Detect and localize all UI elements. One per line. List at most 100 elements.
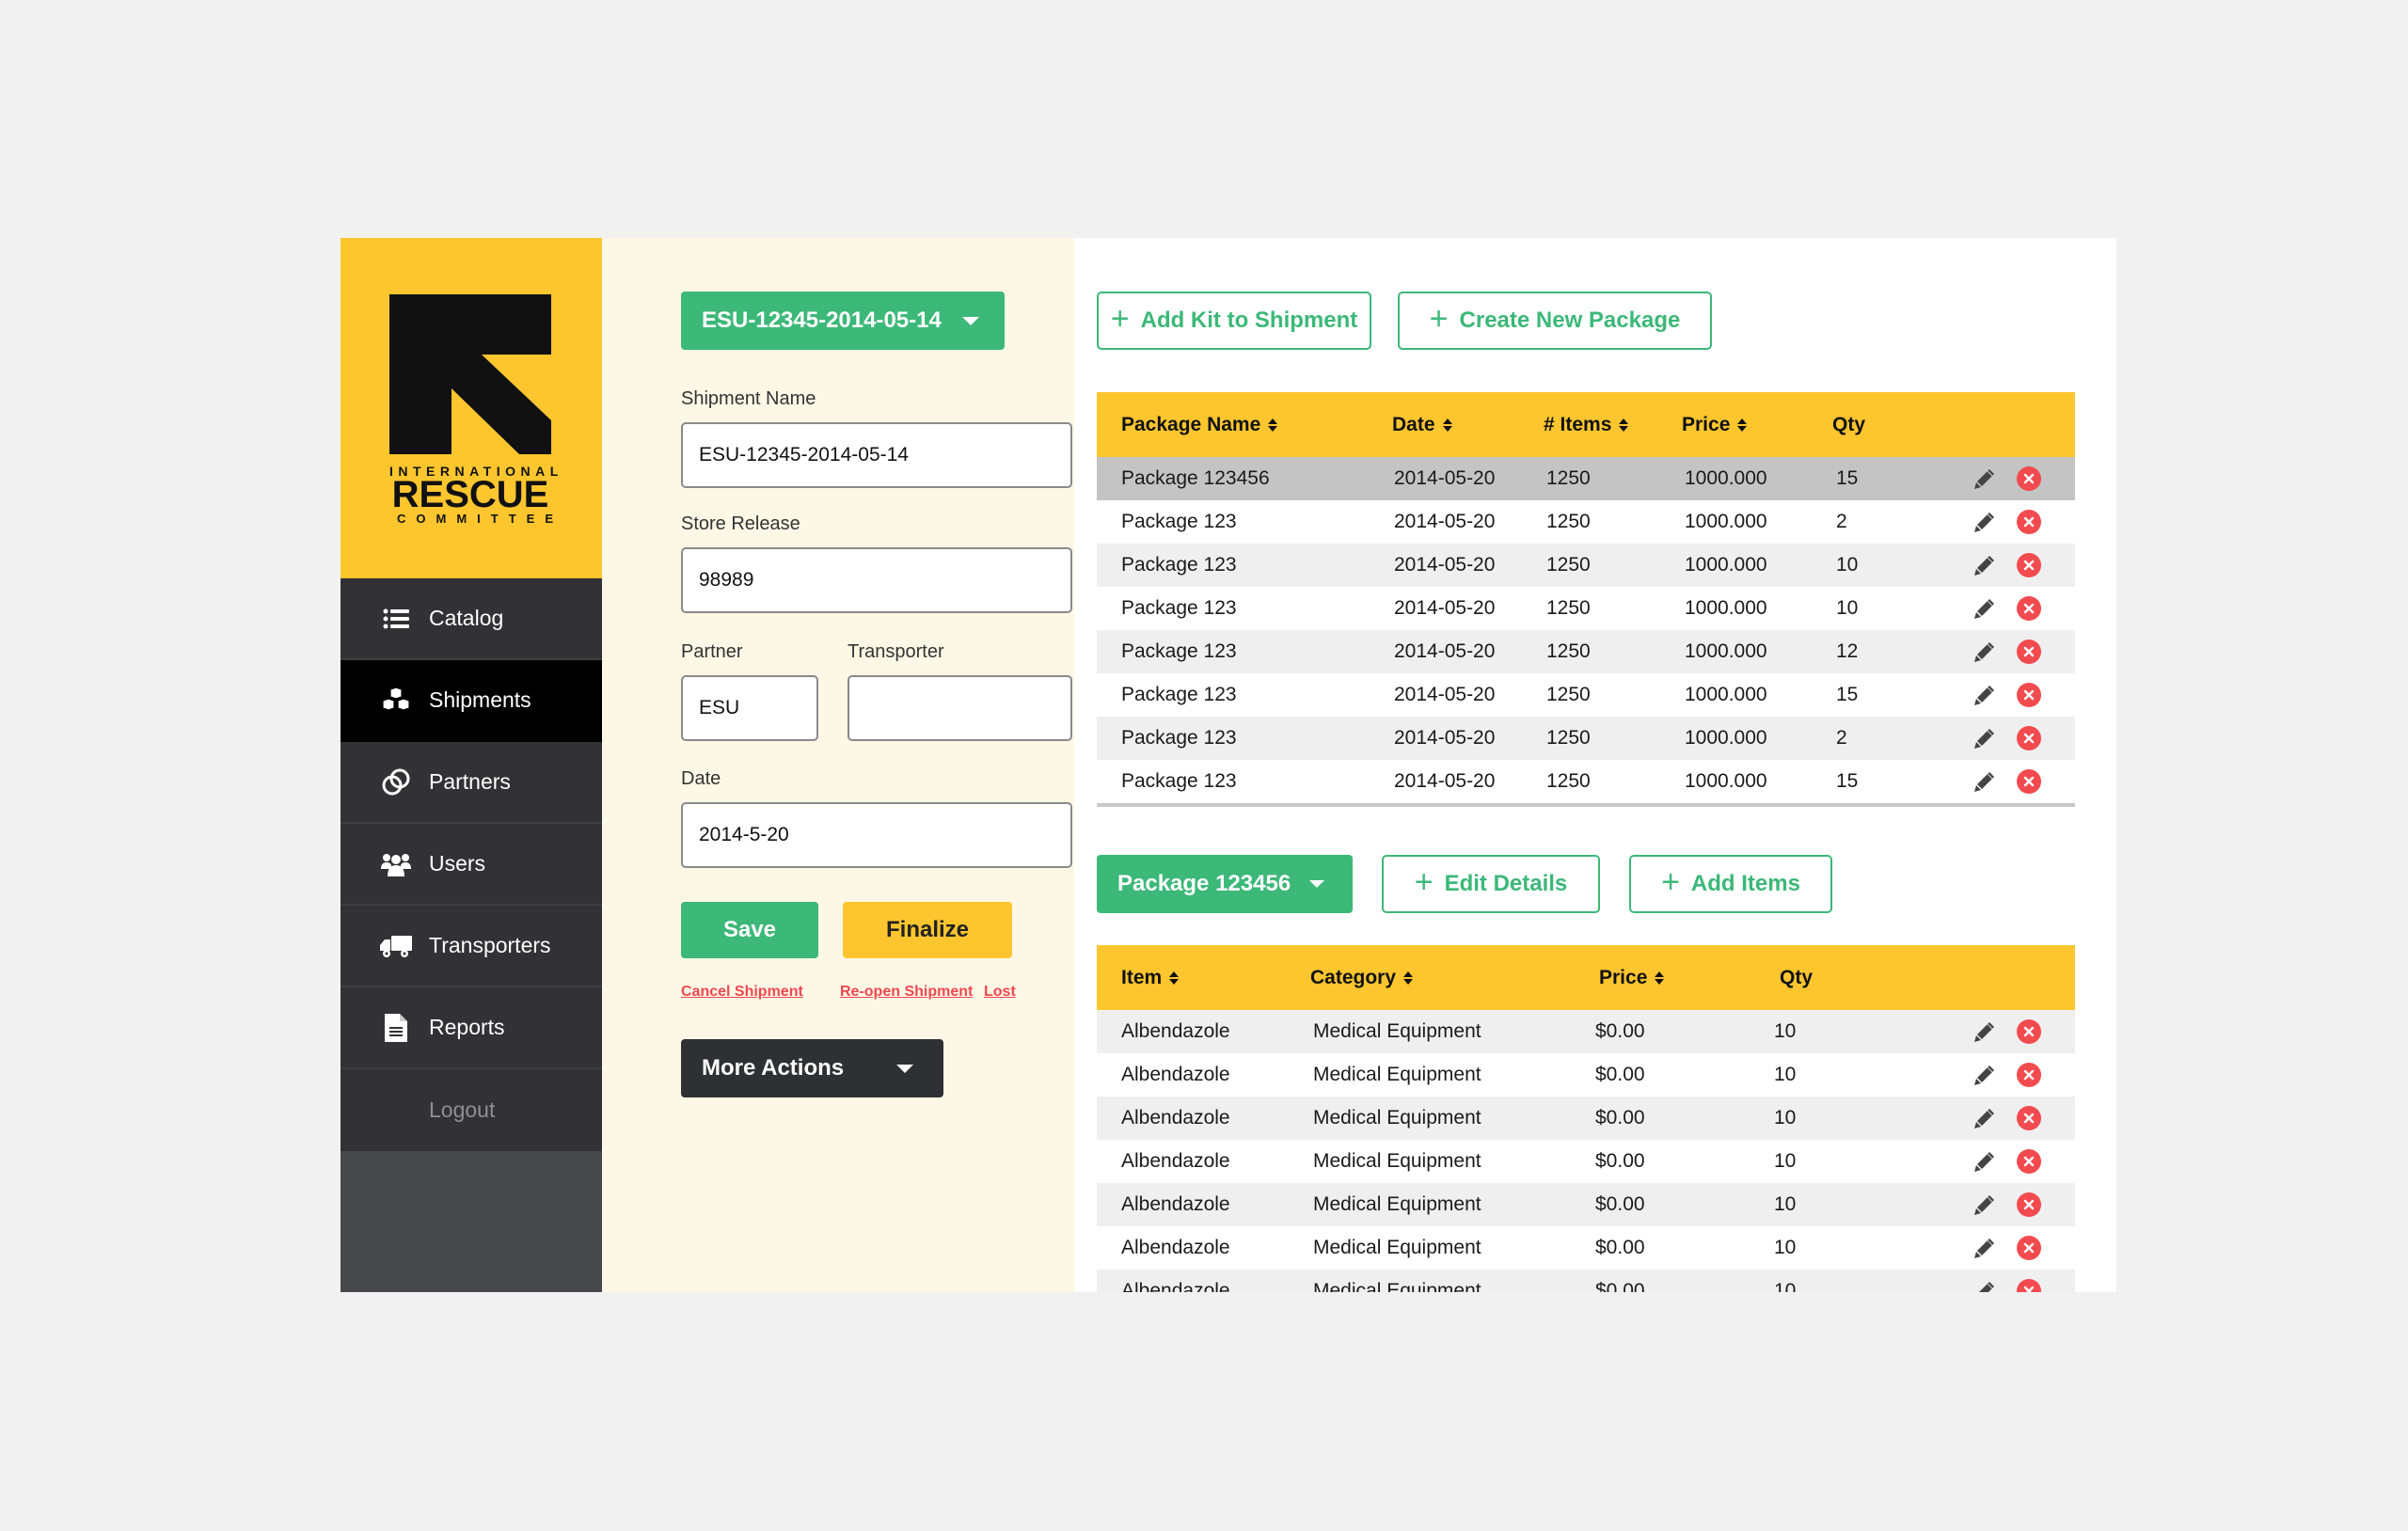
package-row[interactable]: Package 123 2014-05-20 1250 1000.000 15 (1097, 760, 2075, 803)
shipment-name-input[interactable] (681, 422, 1072, 488)
date-input[interactable] (681, 802, 1072, 868)
delete-icon[interactable] (2017, 639, 2041, 664)
pencil-icon[interactable] (1973, 1064, 1996, 1086)
cancel-shipment-link[interactable]: Cancel Shipment (681, 984, 803, 1001)
delete-icon[interactable] (2017, 1063, 2041, 1087)
item-row[interactable]: Albendazole Medical Equipment $0.00 10 (1097, 1226, 2075, 1270)
cell-category: Medical Equipment (1313, 1237, 1481, 1258)
cell-items: 1250 (1546, 770, 1591, 792)
package-row[interactable]: Package 123 2014-05-20 1250 1000.000 12 (1097, 630, 2075, 673)
pencil-icon[interactable] (1973, 770, 1996, 793)
package-row[interactable]: Package 123 2014-05-20 1250 1000.000 10 (1097, 544, 2075, 587)
sidebar-item-shipments[interactable]: Shipments (341, 660, 602, 742)
sidebar-item-label: Reports (429, 1015, 505, 1039)
pencil-icon[interactable] (1973, 1237, 1996, 1259)
delete-icon[interactable] (2017, 726, 2041, 750)
pencil-icon[interactable] (1973, 684, 1996, 706)
add-items-label: Add Items (1690, 871, 1800, 896)
delete-icon[interactable] (2017, 1149, 2041, 1174)
delete-icon[interactable] (2017, 1236, 2041, 1260)
cell-category: Medical Equipment (1313, 1064, 1481, 1085)
delete-icon[interactable] (2017, 1106, 2041, 1130)
cell-item: Albendazole (1121, 1280, 1230, 1292)
items-table-body: Albendazole Medical Equipment $0.00 10 Alben… (1097, 1010, 2075, 1292)
col-price[interactable]: Price (1599, 967, 1665, 989)
col-package-name[interactable]: Package Name (1121, 414, 1278, 436)
package-row[interactable]: Package 123 2014-05-20 1250 1000.000 10 (1097, 587, 2075, 630)
cell-price: $0.00 (1595, 1064, 1645, 1085)
logout-link[interactable]: Logout (341, 1069, 602, 1151)
save-button[interactable]: Save (681, 902, 818, 958)
items-table: Item Category Price Qty Albendazole Medic… (1097, 945, 2075, 1292)
packages-table-body: Package 123456 2014-05-20 1250 1000.000 15 Pa… (1097, 457, 2075, 807)
cell-qty: 10 (1774, 1237, 1797, 1258)
col-qty: Qty (1832, 414, 1865, 436)
cell-qty: 10 (1836, 554, 1859, 576)
pencil-icon[interactable] (1973, 597, 1996, 620)
col-item[interactable]: Item (1121, 967, 1180, 989)
pencil-icon[interactable] (1973, 1280, 1996, 1292)
pencil-icon[interactable] (1973, 1150, 1996, 1173)
package-selector-dropdown[interactable]: Package 123456 (1097, 855, 1353, 913)
store-release-input[interactable] (681, 547, 1072, 613)
delete-icon[interactable] (2017, 510, 2041, 534)
cell-package-name: Package 123 (1121, 597, 1237, 619)
pencil-icon[interactable] (1973, 467, 1996, 490)
pencil-icon[interactable] (1973, 1193, 1996, 1216)
cell-items: 1250 (1546, 640, 1591, 662)
col-price[interactable]: Price (1682, 414, 1748, 436)
delete-icon[interactable] (2017, 683, 2041, 707)
lost-link[interactable]: Lost (984, 984, 1016, 1001)
package-row[interactable]: Package 123 2014-05-20 1250 1000.000 2 (1097, 717, 2075, 760)
delete-icon[interactable] (2017, 769, 2041, 794)
add-kit-button[interactable]: + Add Kit to Shipment (1097, 292, 1371, 350)
item-row[interactable]: Albendazole Medical Equipment $0.00 10 (1097, 1097, 2075, 1140)
cell-date: 2014-05-20 (1394, 684, 1496, 705)
more-actions-dropdown[interactable]: More Actions (681, 1039, 943, 1097)
delete-icon[interactable] (2017, 1019, 2041, 1044)
col-items[interactable]: # Items (1544, 414, 1629, 436)
pencil-icon[interactable] (1973, 640, 1996, 663)
reopen-shipment-link[interactable]: Re-open Shipment (840, 984, 973, 1001)
item-row[interactable]: Albendazole Medical Equipment $0.00 10 (1097, 1140, 2075, 1183)
item-row[interactable]: Albendazole Medical Equipment $0.00 10 (1097, 1053, 2075, 1097)
delete-icon[interactable] (2017, 1192, 2041, 1217)
pencil-icon[interactable] (1973, 554, 1996, 576)
partner-input[interactable] (681, 675, 818, 741)
finalize-button[interactable]: Finalize (843, 902, 1012, 958)
edit-details-button[interactable]: + Edit Details (1382, 855, 1600, 913)
package-row[interactable]: Package 123 2014-05-20 1250 1000.000 15 (1097, 673, 2075, 717)
delete-icon[interactable] (2017, 466, 2041, 491)
add-items-button[interactable]: + Add Items (1629, 855, 1832, 913)
cell-item: Albendazole (1121, 1193, 1230, 1215)
pencil-icon[interactable] (1973, 1107, 1996, 1129)
item-row[interactable]: Albendazole Medical Equipment $0.00 10 (1097, 1270, 2075, 1292)
delete-icon[interactable] (2017, 553, 2041, 577)
cell-item: Albendazole (1121, 1237, 1230, 1258)
package-row[interactable]: Package 123456 2014-05-20 1250 1000.000 15 (1097, 457, 2075, 500)
sidebar-item-users[interactable]: Users (341, 824, 602, 906)
cell-date: 2014-05-20 (1394, 554, 1496, 576)
delete-icon[interactable] (2017, 596, 2041, 621)
sidebar-item-catalog[interactable]: Catalog (341, 578, 602, 660)
item-row[interactable]: Albendazole Medical Equipment $0.00 10 (1097, 1183, 2075, 1226)
sidebar-item-transporters[interactable]: Transporters (341, 906, 602, 987)
pencil-icon[interactable] (1973, 727, 1996, 750)
transporter-input[interactable] (848, 675, 1072, 741)
sidebar-item-reports[interactable]: Reports (341, 987, 602, 1069)
cell-qty: 10 (1774, 1280, 1797, 1292)
create-package-button[interactable]: + Create New Package (1398, 292, 1712, 350)
pencil-icon[interactable] (1973, 511, 1996, 533)
cell-price: $0.00 (1595, 1107, 1645, 1129)
sidebar-item-partners[interactable]: Partners (341, 742, 602, 824)
col-date[interactable]: Date (1392, 414, 1452, 436)
col-category[interactable]: Category (1310, 967, 1414, 989)
col-qty: Qty (1780, 967, 1813, 989)
delete-icon[interactable] (2017, 1279, 2041, 1292)
shipment-selector-dropdown[interactable]: ESU-12345-2014-05-14 (681, 292, 1005, 350)
item-row[interactable]: Albendazole Medical Equipment $0.00 10 (1097, 1010, 2075, 1053)
package-row[interactable]: Package 123 2014-05-20 1250 1000.000 2 (1097, 500, 2075, 544)
logo-line-3: COMMITTEE (397, 512, 563, 526)
sort-icon (1619, 418, 1629, 432)
pencil-icon[interactable] (1973, 1020, 1996, 1043)
